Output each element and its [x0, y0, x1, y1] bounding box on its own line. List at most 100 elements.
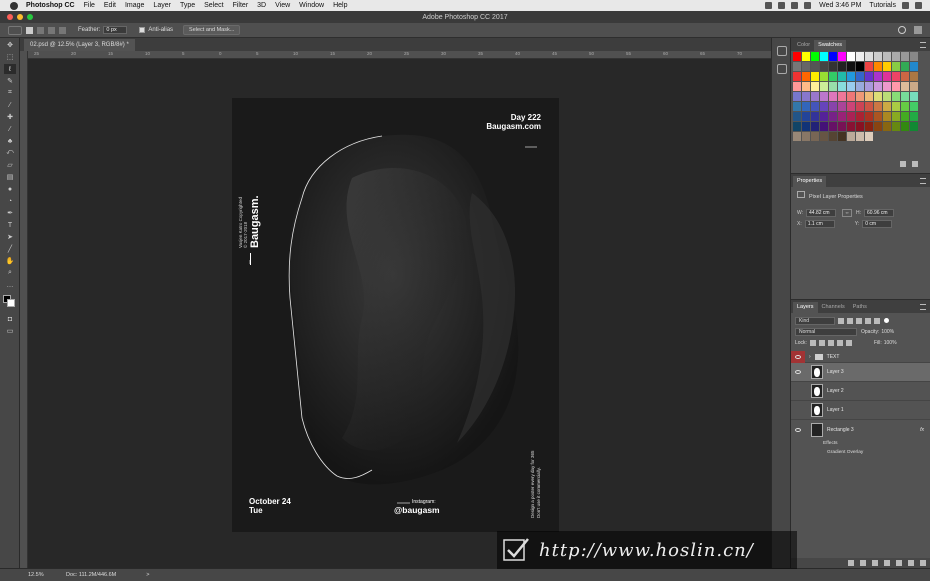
swatch[interactable]: [874, 82, 882, 91]
document-tab[interactable]: 02.psd @ 12.5% (Layer 3, RGB/8#) *: [24, 39, 135, 51]
layer-effects-badge[interactable]: fx: [920, 427, 924, 433]
swatch[interactable]: [874, 72, 882, 81]
swatch[interactable]: [892, 82, 900, 91]
swatch[interactable]: [892, 72, 900, 81]
blend-mode-select[interactable]: Normal: [795, 327, 857, 336]
swatch[interactable]: [793, 72, 801, 81]
swatch[interactable]: [820, 52, 828, 61]
properties-panel-icon[interactable]: [777, 64, 787, 74]
swatch[interactable]: [820, 62, 828, 71]
swatch[interactable]: [874, 112, 882, 121]
filter-type-icon[interactable]: [856, 317, 862, 324]
layer-row-rectangle-3[interactable]: Rectangle 3 fx: [791, 420, 930, 439]
new-selection-icon[interactable]: [26, 26, 33, 34]
swatch[interactable]: [883, 52, 891, 61]
swatch[interactable]: [865, 112, 873, 121]
swatch[interactable]: [874, 52, 882, 61]
swatch[interactable]: [802, 132, 810, 141]
search-icon[interactable]: [898, 26, 906, 34]
swatch[interactable]: [910, 62, 918, 71]
filter-adjustment-icon[interactable]: [847, 317, 853, 324]
swatch[interactable]: [802, 92, 810, 101]
subtract-selection-icon[interactable]: [48, 26, 55, 34]
effect-gradient-overlay[interactable]: Gradient Overlay: [791, 448, 930, 457]
swatch[interactable]: [793, 62, 801, 71]
blur-tool-icon[interactable]: ●: [4, 184, 16, 194]
swatch[interactable]: [847, 62, 855, 71]
swatch[interactable]: [856, 62, 864, 71]
swatch[interactable]: [811, 92, 819, 101]
menubar-user[interactable]: Tutorials: [869, 2, 896, 9]
new-layer-icon[interactable]: [908, 560, 914, 566]
apple-icon[interactable]: [10, 1, 18, 10]
menu-layer[interactable]: Layer: [153, 2, 171, 9]
swatch[interactable]: [811, 102, 819, 111]
swatch[interactable]: [811, 52, 819, 61]
swatch[interactable]: [847, 112, 855, 121]
swatch[interactable]: [847, 72, 855, 81]
swatch[interactable]: [811, 112, 819, 121]
swatch[interactable]: [847, 52, 855, 61]
menu-type[interactable]: Type: [180, 2, 195, 9]
filter-shape-icon[interactable]: [865, 317, 871, 324]
visibility-eye-icon[interactable]: [791, 420, 805, 439]
workspace-icon[interactable]: [914, 26, 922, 34]
new-swatch-icon[interactable]: [900, 161, 906, 167]
opacity-input[interactable]: 100%: [881, 329, 894, 335]
layer-row-layer-3[interactable]: Layer 3: [791, 363, 930, 382]
lock-position-icon[interactable]: [827, 339, 834, 346]
lock-all-icon[interactable]: [845, 339, 852, 346]
swatch[interactable]: [838, 62, 846, 71]
hand-tool-icon[interactable]: ✋: [4, 256, 16, 266]
background-color[interactable]: [7, 299, 15, 307]
swatch[interactable]: [838, 112, 846, 121]
filter-smart-object-icon[interactable]: [874, 317, 880, 324]
swatch[interactable]: [829, 52, 837, 61]
y-input[interactable]: 0 cm: [862, 220, 893, 228]
swatch[interactable]: [829, 92, 837, 101]
delete-swatch-icon[interactable]: [912, 161, 918, 167]
swatch[interactable]: [820, 102, 828, 111]
swatch[interactable]: [883, 72, 891, 81]
quick-mask-icon[interactable]: ◘: [4, 314, 16, 324]
color-swatches-control[interactable]: [2, 294, 18, 310]
path-selection-tool-icon[interactable]: ➤: [4, 232, 16, 242]
canvas-area[interactable]: Day 222 Baugasm.com Baugasm. Vasjen Katr…: [28, 59, 771, 568]
swatch[interactable]: [802, 122, 810, 131]
swatch[interactable]: [838, 132, 846, 141]
menu-help[interactable]: Help: [333, 2, 347, 9]
panel-menu-icon[interactable]: [920, 41, 926, 48]
swatch[interactable]: [892, 112, 900, 121]
lock-artboard-icon[interactable]: [836, 339, 843, 346]
select-and-mask-button[interactable]: Select and Mask...: [183, 25, 241, 35]
layer-row-text-group[interactable]: › TEXT: [791, 350, 930, 363]
poster-artboard[interactable]: Day 222 Baugasm.com Baugasm. Vasjen Katr…: [232, 98, 559, 532]
height-input[interactable]: 60.96 cm: [864, 209, 895, 217]
tab-color[interactable]: Color: [793, 40, 814, 51]
swatch[interactable]: [865, 82, 873, 91]
swatch[interactable]: [901, 72, 909, 81]
swatch[interactable]: [820, 122, 828, 131]
layers-menu-icon[interactable]: [920, 303, 926, 310]
swatch[interactable]: [883, 122, 891, 131]
swatch[interactable]: [910, 92, 918, 101]
zoom-tool-icon[interactable]: ⌕: [4, 268, 16, 278]
swatch[interactable]: [865, 52, 873, 61]
swatch[interactable]: [892, 102, 900, 111]
swatch[interactable]: [838, 102, 846, 111]
menu-select[interactable]: Select: [204, 2, 223, 9]
edit-toolbar-icon[interactable]: …: [4, 280, 16, 290]
swatch[interactable]: [892, 122, 900, 131]
minimize-window-button[interactable]: [17, 14, 23, 20]
swatch[interactable]: [820, 112, 828, 121]
swatch[interactable]: [865, 102, 873, 111]
menu-3d[interactable]: 3D: [257, 2, 266, 9]
swatch[interactable]: [847, 132, 855, 141]
swatch[interactable]: [910, 122, 918, 131]
lock-transparency-icon[interactable]: [809, 339, 816, 346]
add-style-icon[interactable]: [860, 560, 866, 566]
swatch[interactable]: [811, 122, 819, 131]
tab-swatches[interactable]: Swatches: [814, 40, 847, 51]
adjustment-layer-icon[interactable]: [884, 560, 890, 566]
quick-selection-tool-icon[interactable]: ✎: [4, 76, 16, 86]
